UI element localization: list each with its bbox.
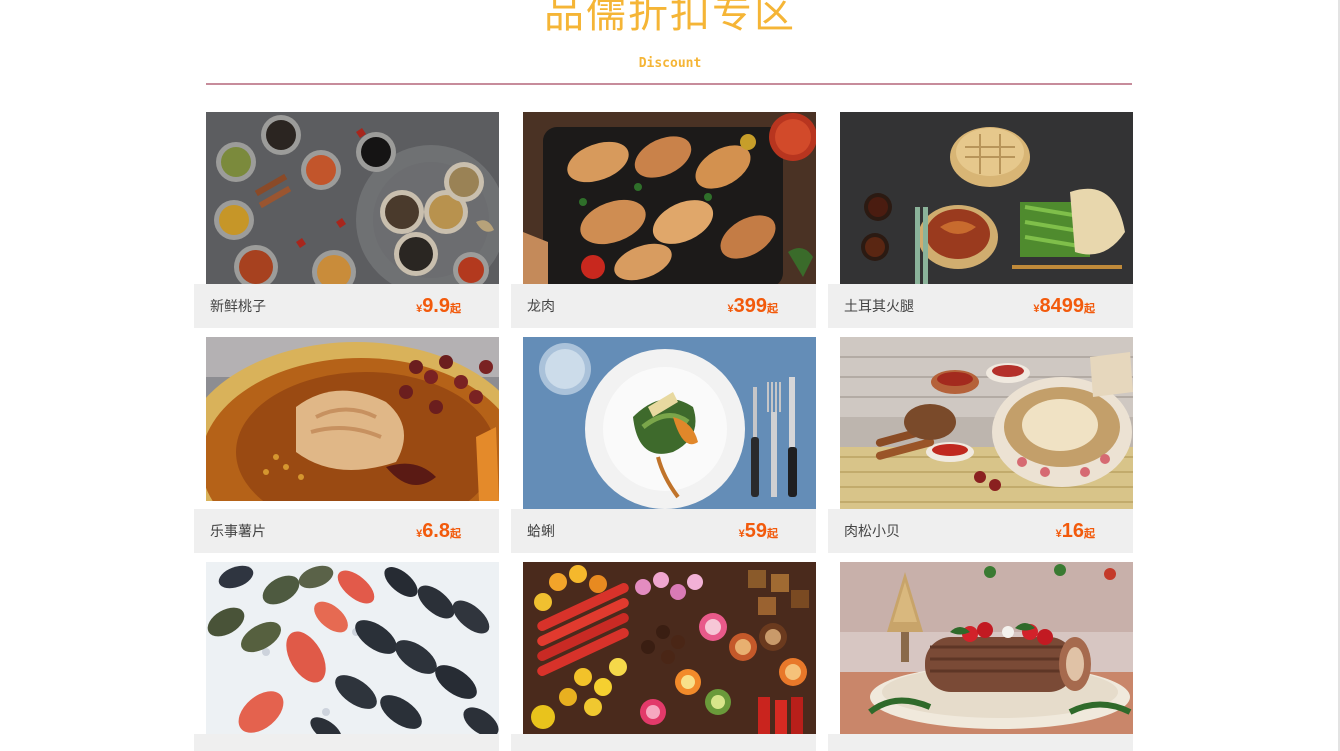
- product-info: 蛤蜊 ¥59起: [511, 509, 816, 553]
- price-value: 399: [733, 295, 767, 317]
- product-info: 土耳其火腿 ¥8499起: [828, 284, 1133, 328]
- product-image[interactable]: [523, 112, 816, 284]
- price-value: 8499: [1039, 295, 1085, 317]
- product-price: ¥9.9起: [416, 295, 461, 318]
- section-subtitle: Discount: [638, 56, 702, 71]
- product-image[interactable]: [840, 562, 1133, 734]
- product-name[interactable]: 龙肉: [527, 296, 555, 316]
- price-value: 16: [1061, 520, 1084, 542]
- product-price: ¥59起: [739, 520, 778, 543]
- product-info: 肉松小贝 ¥16起: [828, 509, 1133, 553]
- price-suffix: 起: [1084, 303, 1095, 315]
- product-card[interactable]: 土耳其火腿 ¥8499起: [828, 112, 1133, 328]
- product-name[interactable]: 土耳其火腿: [844, 296, 914, 316]
- product-card[interactable]: 龙肉 ¥399起: [511, 112, 816, 328]
- product-name[interactable]: 蛤蜊: [527, 521, 555, 541]
- product-name[interactable]: 乐事薯片: [210, 521, 266, 541]
- product-card[interactable]: [828, 562, 1133, 751]
- price-suffix: 起: [450, 528, 461, 540]
- discount-page: 品儒折扣专区 Discount 新鲜桃子 ¥9.9起 龙肉 ¥399起 土耳其火…: [0, 0, 1340, 751]
- price-suffix: 起: [767, 528, 778, 540]
- product-card[interactable]: 肉松小贝 ¥16起: [828, 337, 1133, 553]
- product-price: ¥8499起: [1033, 295, 1095, 318]
- product-price: ¥399起: [728, 295, 779, 318]
- product-info: 龙肉 ¥399起: [511, 284, 816, 328]
- product-price: ¥16起: [1056, 520, 1095, 543]
- product-info: [511, 734, 816, 751]
- product-card[interactable]: [511, 562, 816, 751]
- product-name[interactable]: 新鲜桃子: [210, 296, 266, 316]
- product-image[interactable]: [206, 562, 499, 734]
- product-image[interactable]: [523, 562, 816, 734]
- price-value: 59: [744, 520, 767, 542]
- product-info: 新鲜桃子 ¥9.9起: [194, 284, 499, 328]
- price-suffix: 起: [767, 303, 778, 315]
- product-image[interactable]: [206, 112, 499, 284]
- title-divider: [206, 83, 1132, 85]
- product-info: [828, 734, 1133, 751]
- product-image[interactable]: [840, 337, 1133, 509]
- product-image[interactable]: [206, 337, 499, 501]
- product-card[interactable]: [194, 562, 499, 751]
- price-suffix: 起: [1084, 528, 1095, 540]
- price-suffix: 起: [450, 303, 461, 315]
- product-info: [194, 734, 499, 751]
- product-card[interactable]: 乐事薯片 ¥6.8起: [194, 337, 499, 553]
- product-image[interactable]: [523, 337, 816, 509]
- price-value: 6.8: [422, 520, 450, 542]
- price-value: 9.9: [422, 295, 450, 317]
- product-card[interactable]: 新鲜桃子 ¥9.9起: [194, 112, 499, 328]
- product-image[interactable]: [840, 112, 1133, 284]
- product-card[interactable]: 蛤蜊 ¥59起: [511, 337, 816, 553]
- product-info: 乐事薯片 ¥6.8起: [194, 509, 499, 553]
- product-price: ¥6.8起: [416, 520, 461, 543]
- product-name[interactable]: 肉松小贝: [844, 521, 900, 541]
- section-title: 品儒折扣专区: [544, 0, 796, 37]
